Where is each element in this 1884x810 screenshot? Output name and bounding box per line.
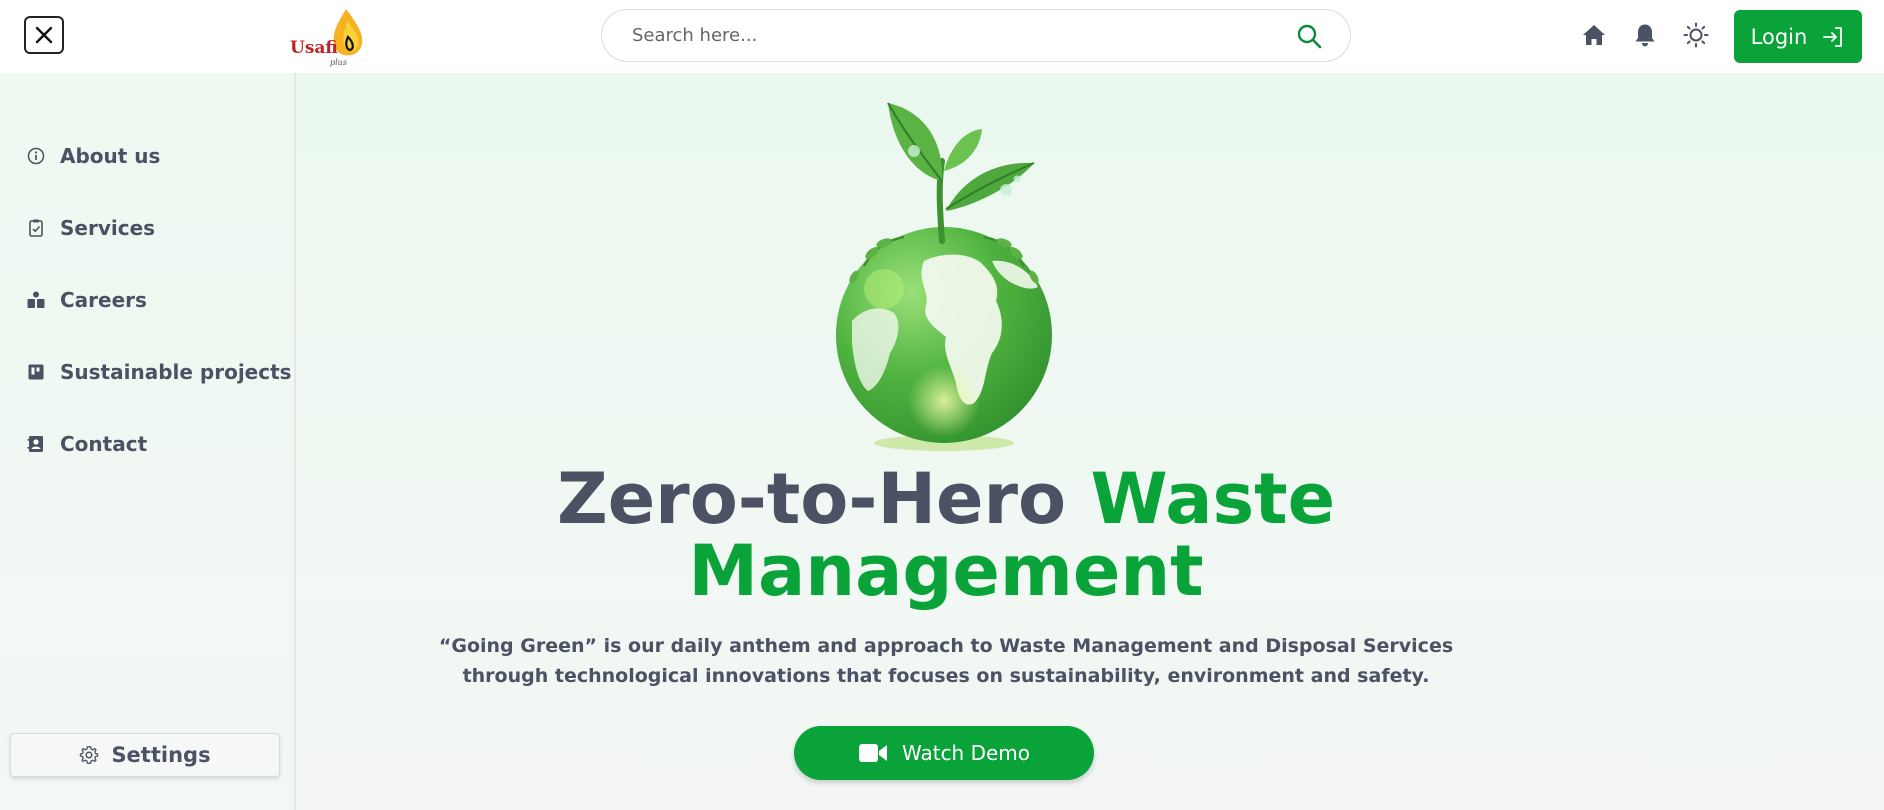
gear-icon [80, 746, 99, 764]
sidebar-item-label: Sustainable projects [60, 360, 292, 384]
watch-demo-button[interactable]: Watch Demo [794, 726, 1094, 780]
top-bar: Usafi plus Logi [0, 0, 1884, 73]
hero-description: “Going Green” is our daily anthem and ap… [438, 635, 1454, 687]
hero-title: Zero-to-Hero Waste Management [296, 463, 1596, 607]
usafi-logo[interactable]: Usafi plus [288, 5, 378, 69]
theme-toggle-button[interactable] [1682, 21, 1710, 49]
login-button[interactable]: Login [1734, 10, 1862, 63]
sidebar-item-about-us[interactable]: About us [26, 138, 160, 174]
logo-text: Usafi [290, 38, 338, 58]
sidebar-item-label: Services [60, 216, 156, 240]
watch-demo-label: Watch Demo [901, 741, 1031, 765]
clipboard-check-icon [29, 219, 43, 237]
video-camera-icon [858, 744, 887, 762]
board-icon [28, 364, 44, 380]
login-label: Login [1750, 24, 1808, 49]
sidebar-item-services[interactable]: Services [26, 210, 155, 246]
sidebar: About us Services Careers Sustainable pr… [0, 73, 296, 810]
home-button[interactable] [1580, 21, 1608, 49]
close-icon [35, 26, 53, 44]
sidebar-item-sustainable-projects[interactable]: Sustainable projects [26, 354, 292, 390]
notifications-button[interactable] [1631, 21, 1659, 49]
briefcase-user-icon [27, 291, 45, 308]
hero-section: Zero-to-Hero Waste Management “Going Gre… [296, 73, 1884, 810]
sidebar-item-label: About us [60, 144, 161, 168]
search-input[interactable] [632, 25, 1296, 46]
green-globe-image [824, 91, 1064, 469]
sidebar-item-contact[interactable]: Contact [26, 426, 147, 462]
hero-title-part1: Zero-to-Hero [556, 458, 1091, 540]
close-menu-button[interactable] [24, 16, 64, 54]
home-icon [1583, 25, 1605, 45]
sun-icon [1683, 22, 1709, 48]
info-icon [27, 147, 45, 165]
search-bar [601, 9, 1351, 62]
sidebar-item-label: Contact [60, 432, 148, 456]
contact-card-icon [27, 436, 43, 452]
settings-label: Settings [111, 743, 211, 767]
settings-button[interactable]: Settings [10, 733, 280, 777]
sidebar-item-careers[interactable]: Careers [26, 282, 147, 318]
login-arrow-icon [1823, 26, 1843, 47]
sidebar-item-label: Careers [60, 288, 147, 312]
logo-subtext: plus [330, 58, 347, 67]
search-icon[interactable] [1296, 23, 1322, 49]
bell-icon [1635, 24, 1655, 47]
